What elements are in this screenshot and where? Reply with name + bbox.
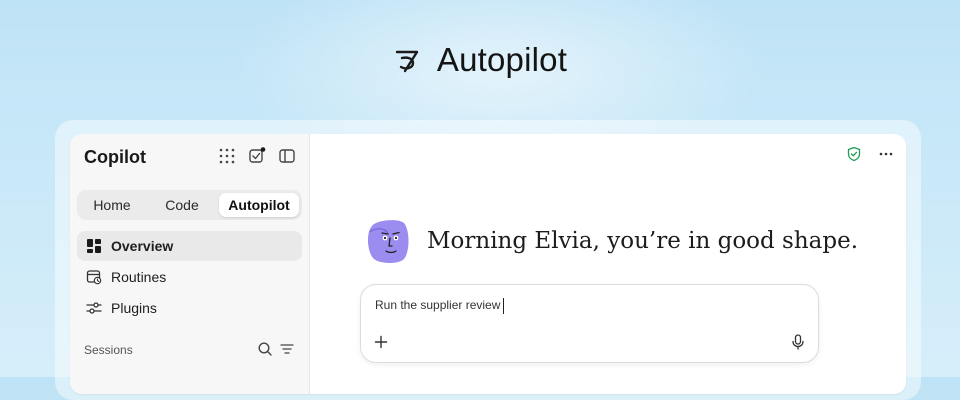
overview-icon: [87, 239, 101, 253]
tab-home[interactable]: Home: [80, 193, 144, 217]
hero-title: Autopilot: [436, 41, 568, 78]
main-panel: Morning Elvia, you’re in good shape. Run…: [310, 134, 906, 394]
sidebar-toggle-icon[interactable]: [278, 147, 296, 165]
tasks-check-icon[interactable]: [248, 147, 266, 165]
sessions-heading: Sessions: [84, 343, 133, 357]
autopilot-logo-icon: [395, 50, 419, 73]
more-icon[interactable]: [878, 146, 894, 162]
nav-label-plugins: Plugins: [111, 300, 157, 316]
app-brand: Copilot: [84, 147, 146, 167]
prompt-text: Run the supplier review: [375, 298, 501, 313]
nav-item-overview[interactable]: Overview: [77, 231, 302, 261]
nav-item-plugins[interactable]: Plugins: [77, 293, 302, 323]
tab-code[interactable]: Code: [147, 193, 217, 217]
nav-label-overview: Overview: [111, 238, 174, 254]
notification-dot: [260, 147, 266, 152]
filter-icon[interactable]: [279, 341, 295, 357]
apps-grid-icon[interactable]: [218, 147, 236, 165]
prompt-input[interactable]: Run the supplier review: [375, 298, 505, 314]
avatar-character-icon: [367, 220, 409, 264]
nav-label-routines: Routines: [111, 269, 167, 285]
mic-icon[interactable]: [791, 334, 805, 350]
mode-tabs: Home Code Autopilot: [77, 190, 302, 220]
composer[interactable]: Run the supplier review: [360, 284, 819, 363]
app-window: Copilot Home Code Autopilot Overview Rou…: [70, 134, 906, 394]
shield-check-icon[interactable]: [846, 146, 862, 162]
hero-header: Autopilot: [0, 40, 960, 80]
routines-icon: [86, 270, 102, 285]
sidebar: Copilot Home Code Autopilot Overview Rou…: [70, 134, 310, 394]
tab-autopilot[interactable]: Autopilot: [219, 193, 299, 217]
greeting-text: Morning Elvia, you’re in good shape.: [427, 228, 859, 254]
plugins-icon: [86, 302, 102, 314]
nav-item-routines[interactable]: Routines: [77, 262, 302, 292]
search-icon[interactable]: [257, 341, 273, 357]
plus-icon[interactable]: [374, 335, 388, 349]
text-caret: [503, 298, 505, 314]
